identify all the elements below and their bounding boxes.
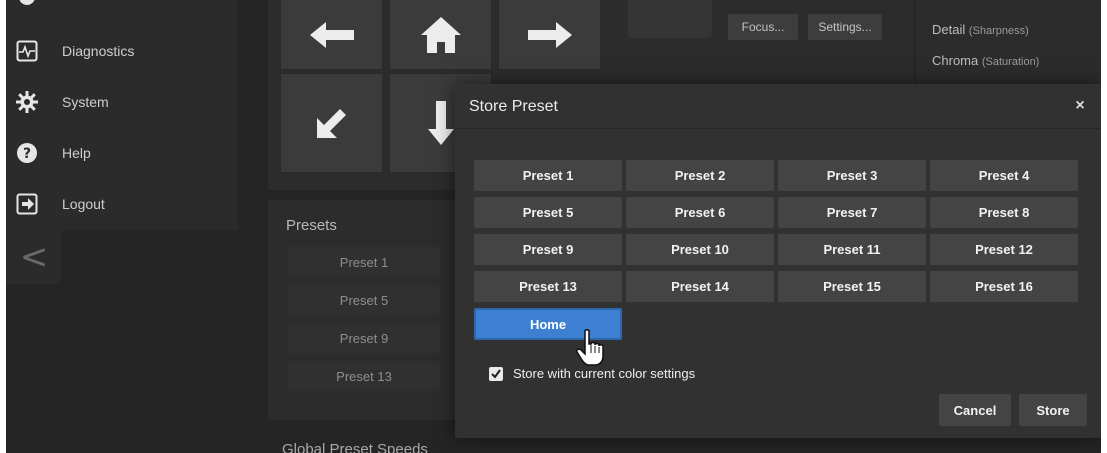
- preset-button[interactable]: Preset 12: [930, 234, 1078, 265]
- sidebar-item-partial[interactable]: [6, 0, 238, 8]
- pulse-icon: [16, 40, 38, 62]
- preset-button[interactable]: Preset 13: [288, 361, 440, 391]
- dialog-title: Store Preset: [469, 98, 558, 115]
- svg-text:?: ?: [23, 146, 31, 162]
- preset-button[interactable]: Preset 11: [778, 234, 926, 265]
- settings-button[interactable]: Settings...: [808, 14, 882, 40]
- store-color-checkbox[interactable]: [489, 367, 503, 381]
- presets-title: Presets: [286, 217, 337, 234]
- preset-button[interactable]: Preset 2: [626, 160, 774, 191]
- sidebar-item-help[interactable]: ? Help: [6, 133, 238, 173]
- sidebar-item-diagnostics[interactable]: Diagnostics: [6, 31, 238, 71]
- detail-label: Detail (Sharpness): [932, 22, 1029, 37]
- store-color-label: Store with current color settings: [513, 366, 696, 381]
- pan-down-left-button[interactable]: [280, 73, 383, 173]
- preset-button[interactable]: Preset 1: [288, 247, 440, 277]
- logout-icon: [16, 193, 38, 215]
- preset-button[interactable]: Preset 1: [474, 160, 622, 191]
- cancel-button[interactable]: Cancel: [939, 394, 1011, 426]
- camera-mode-slot: [628, 0, 712, 38]
- hand-cursor-icon: [576, 329, 604, 366]
- preset-button[interactable]: Preset 15: [778, 271, 926, 302]
- sidebar-item-label: Logout: [62, 196, 105, 212]
- preset-button[interactable]: Preset 14: [626, 271, 774, 302]
- preset-button[interactable]: Preset 3: [778, 160, 926, 191]
- arrow-down-left-icon: [316, 109, 346, 138]
- store-preset-dialog: Store Preset × Preset 1 Preset 2 Preset 3P…: [455, 84, 1101, 438]
- sidebar-item-label: System: [62, 94, 109, 110]
- preset-button[interactable]: Preset 8: [930, 197, 1078, 228]
- preset-button[interactable]: Preset 7: [778, 197, 926, 228]
- preset-button[interactable]: Preset 5: [474, 197, 622, 228]
- sidebar: Diagnostics System ? Help Logout: [6, 0, 238, 230]
- preset-button[interactable]: Preset 9: [288, 323, 440, 353]
- preset-button[interactable]: Preset 6: [626, 197, 774, 228]
- sidebar-collapse-button[interactable]: <: [6, 230, 62, 284]
- arrow-right-icon: [527, 22, 572, 48]
- preset-button[interactable]: Preset 10: [626, 234, 774, 265]
- partial-icon: [16, 0, 38, 8]
- pan-left-button[interactable]: [280, 0, 383, 70]
- checkmark-icon: [491, 369, 501, 379]
- preset-button[interactable]: Preset 16: [930, 271, 1078, 302]
- close-icon[interactable]: ×: [1071, 97, 1089, 115]
- preset-button[interactable]: Preset 4: [930, 160, 1078, 191]
- pan-right-button[interactable]: [498, 0, 601, 70]
- chroma-label: Chroma (Saturation): [932, 53, 1040, 68]
- gear-icon: [16, 91, 38, 113]
- help-icon: ?: [16, 142, 38, 164]
- arrow-left-icon: [309, 22, 354, 48]
- sidebar-item-logout[interactable]: Logout: [6, 184, 238, 224]
- sidebar-item-label: Diagnostics: [62, 43, 135, 59]
- preset-button[interactable]: Preset 9: [474, 234, 622, 265]
- dialog-header: Store Preset ×: [455, 84, 1101, 129]
- global-preset-speeds-title: Global Preset Speeds: [282, 441, 428, 453]
- home-icon: [420, 17, 461, 53]
- focus-button[interactable]: Focus...: [728, 14, 798, 40]
- home-position-button[interactable]: [389, 0, 492, 70]
- preset-button[interactable]: Preset 13: [474, 271, 622, 302]
- sidebar-item-label: Help: [62, 145, 91, 161]
- sidebar-item-system[interactable]: System: [6, 82, 238, 122]
- preset-button[interactable]: Preset 5: [288, 285, 440, 315]
- app-window: Diagnostics System ? Help Logout < Focus…: [6, 0, 1101, 453]
- arrow-down-icon: [427, 101, 454, 145]
- store-button[interactable]: Store: [1019, 394, 1087, 426]
